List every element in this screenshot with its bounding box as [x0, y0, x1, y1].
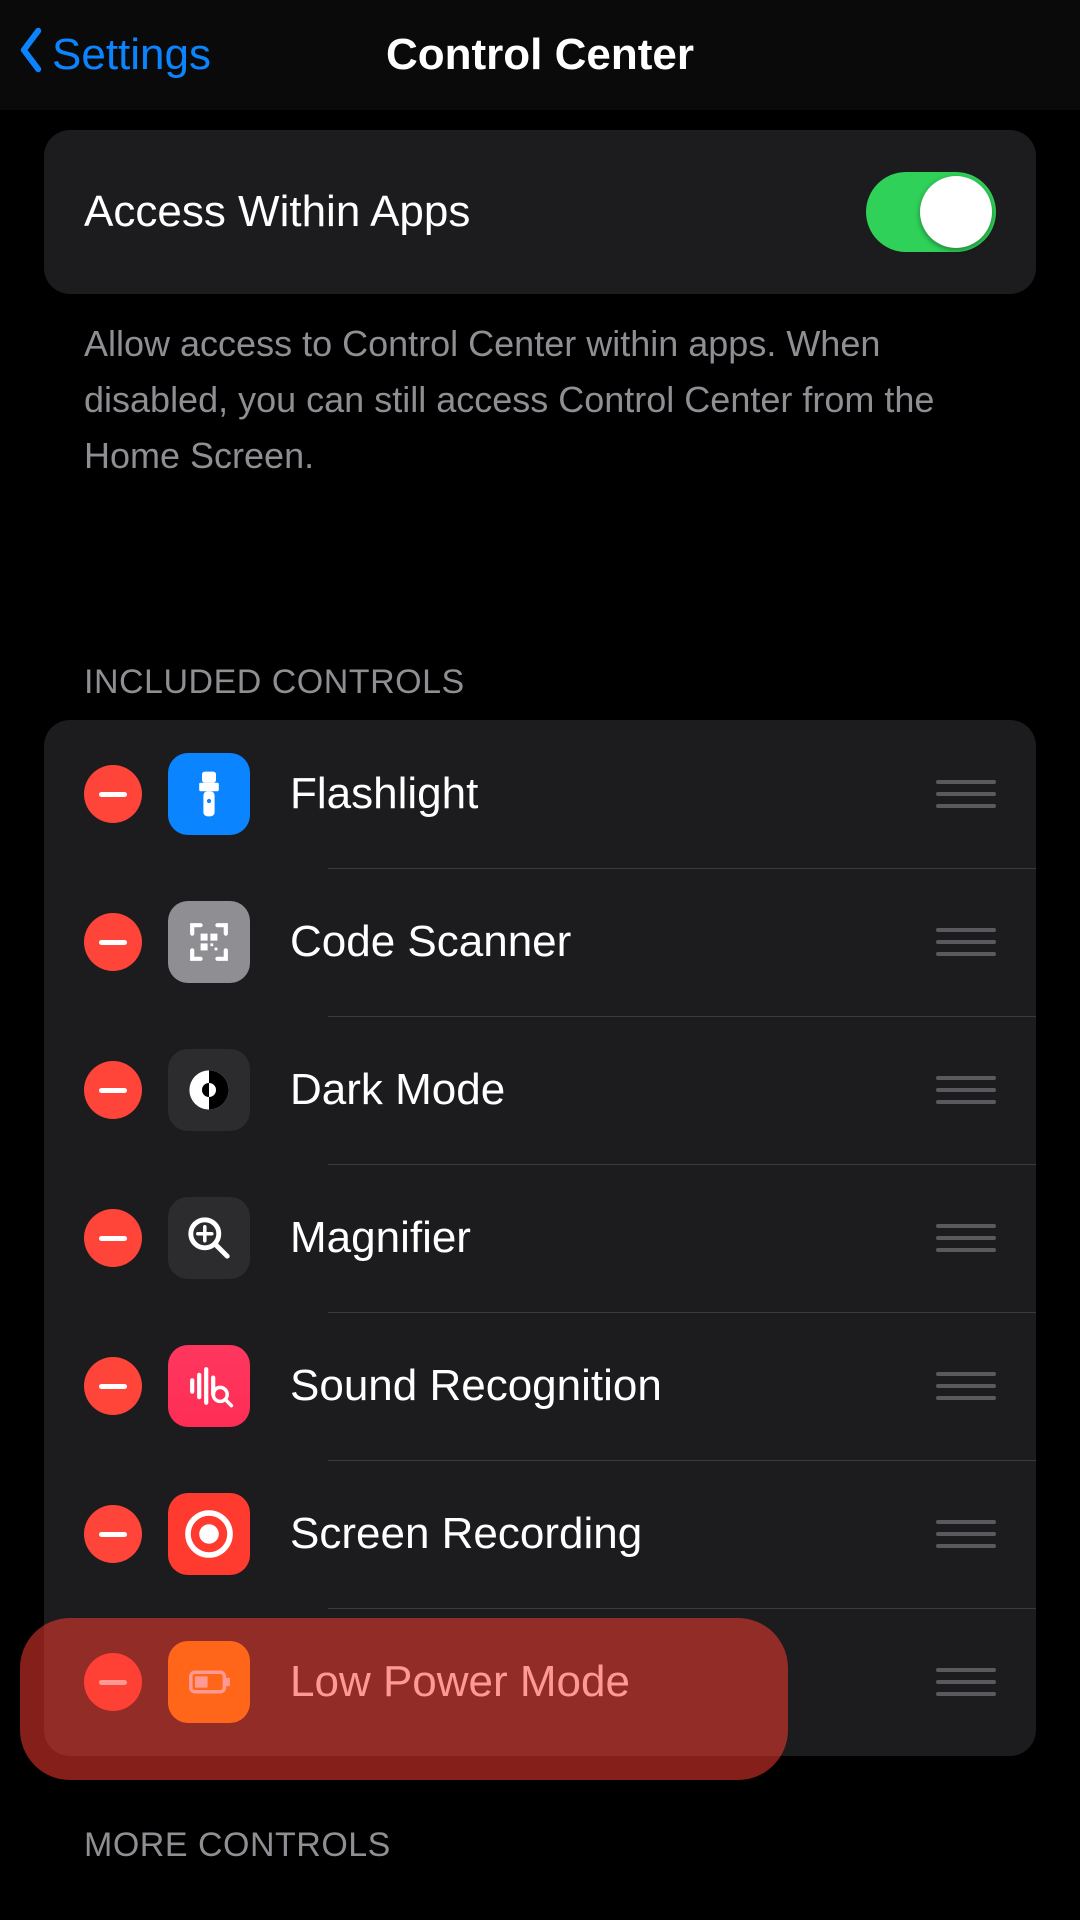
control-row-sound-recognition: Sound Recognition [44, 1312, 1036, 1460]
control-label: Flashlight [290, 769, 936, 819]
remove-button[interactable] [84, 1061, 142, 1119]
drag-handle[interactable] [936, 1070, 996, 1110]
drag-handle[interactable] [936, 922, 996, 962]
drag-handle[interactable] [936, 1662, 996, 1702]
darkmode-icon [168, 1049, 250, 1131]
remove-button[interactable] [84, 1357, 142, 1415]
control-row-screen-recording: Screen Recording [44, 1460, 1036, 1608]
magnifier-icon [168, 1197, 250, 1279]
drag-handle[interactable] [936, 1366, 996, 1406]
control-label: Low Power Mode [290, 1657, 936, 1707]
remove-button[interactable] [84, 1209, 142, 1267]
toggle-knob [920, 176, 992, 248]
control-label: Sound Recognition [290, 1361, 936, 1411]
access-within-apps-label: Access Within Apps [84, 187, 470, 237]
control-label: Magnifier [290, 1213, 936, 1263]
included-controls-header: INCLUDED CONTROLS [44, 663, 1036, 720]
low-power-icon [168, 1641, 250, 1723]
control-row-code-scanner: Code Scanner [44, 868, 1036, 1016]
control-label: Screen Recording [290, 1509, 936, 1559]
control-row-flashlight: Flashlight [44, 720, 1036, 868]
control-label: Dark Mode [290, 1065, 936, 1115]
chevron-left-icon [14, 26, 48, 85]
back-label: Settings [52, 30, 211, 80]
back-button[interactable]: Settings [0, 26, 211, 85]
access-within-apps-description: Allow access to Control Center within ap… [44, 294, 1036, 483]
more-controls-header: MORE CONTROLS [44, 1826, 1036, 1883]
remove-button[interactable] [84, 913, 142, 971]
remove-button[interactable] [84, 1653, 142, 1711]
remove-button[interactable] [84, 765, 142, 823]
navbar: Settings Control Center [0, 0, 1080, 110]
drag-handle[interactable] [936, 774, 996, 814]
control-label: Code Scanner [290, 917, 936, 967]
drag-handle[interactable] [936, 1514, 996, 1554]
access-within-apps-group: Access Within Apps [44, 130, 1036, 294]
sound-recognition-icon [168, 1345, 250, 1427]
screen-recording-icon [168, 1493, 250, 1575]
control-row-magnifier: Magnifier [44, 1164, 1036, 1312]
drag-handle[interactable] [936, 1218, 996, 1258]
access-within-apps-toggle[interactable] [866, 172, 996, 252]
control-row-dark-mode: Dark Mode [44, 1016, 1036, 1164]
remove-button[interactable] [84, 1505, 142, 1563]
flashlight-icon [168, 753, 250, 835]
included-controls-list: Flashlight Code Scanner [44, 720, 1036, 1756]
qr-icon [168, 901, 250, 983]
control-row-low-power-mode: Low Power Mode [44, 1608, 1036, 1756]
access-within-apps-row: Access Within Apps [44, 130, 1036, 294]
